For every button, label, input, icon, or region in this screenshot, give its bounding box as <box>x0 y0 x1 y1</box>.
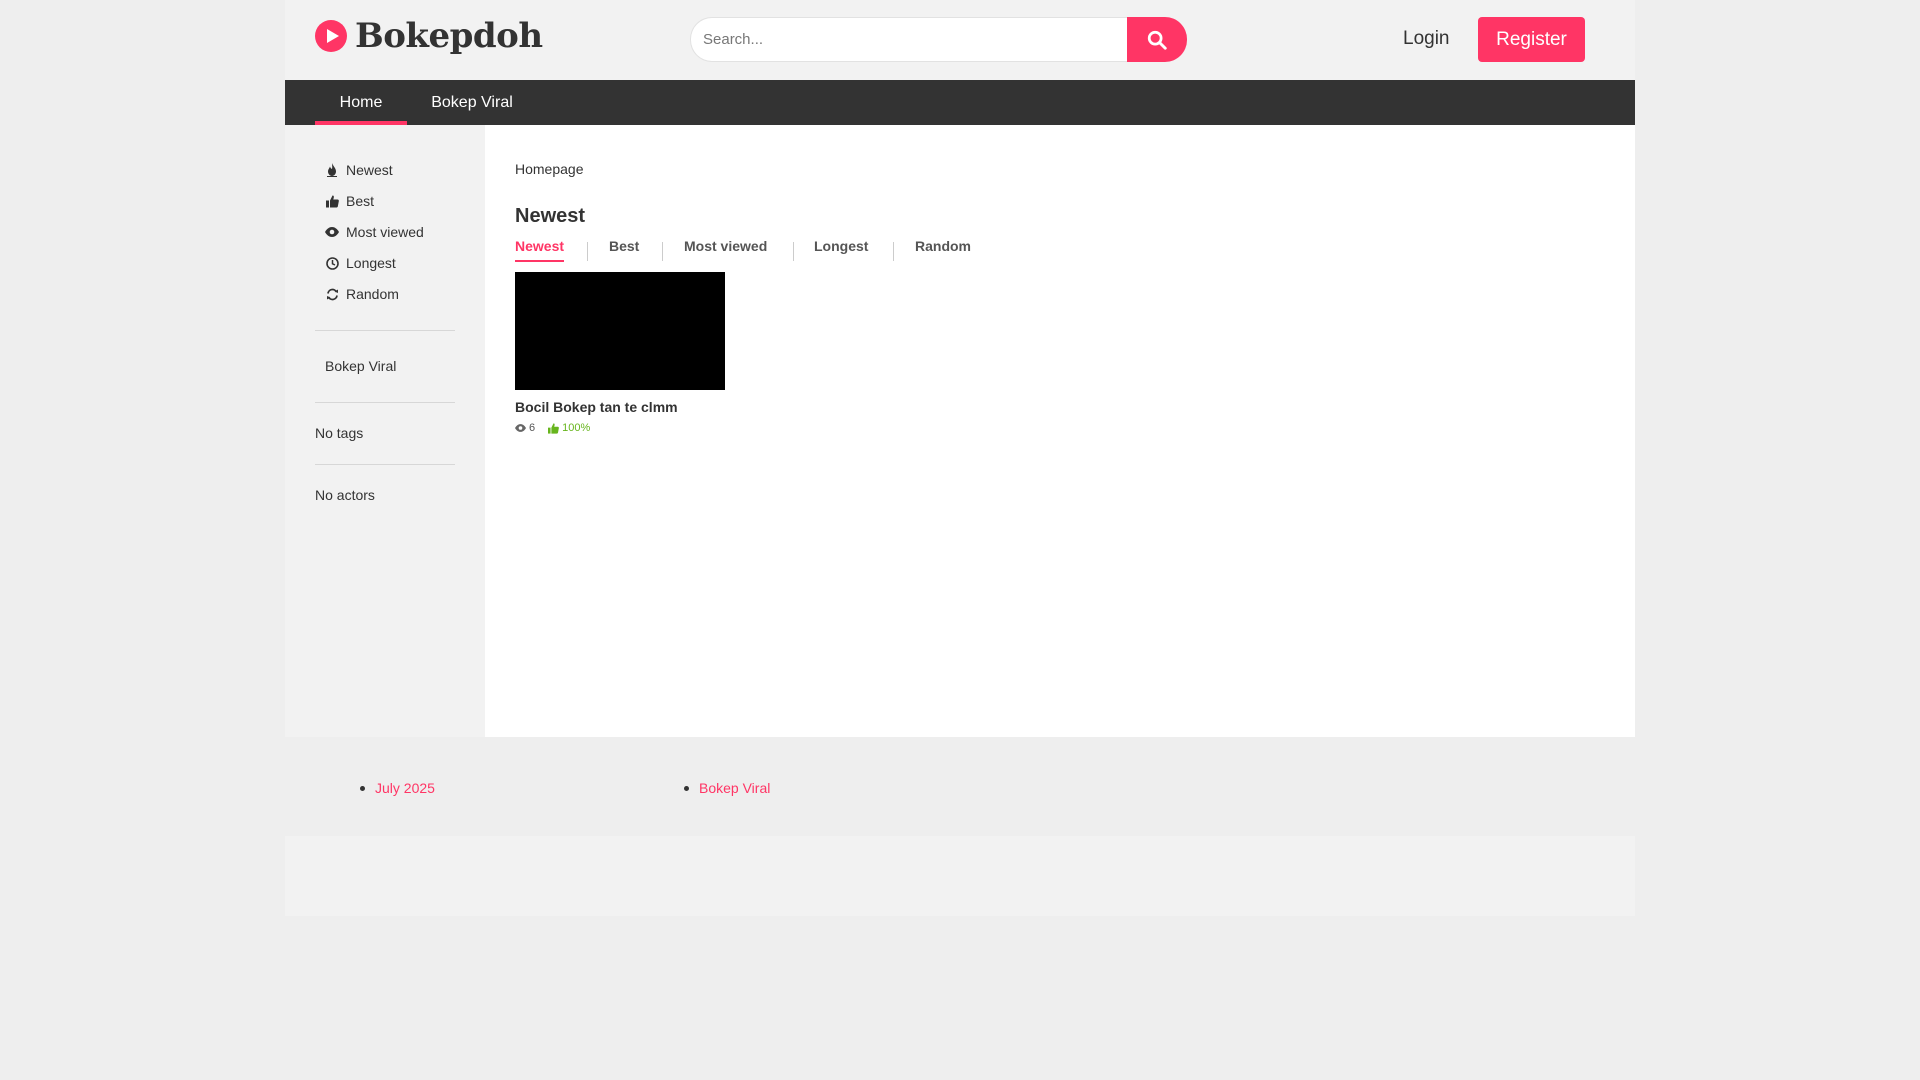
tab-random[interactable]: Random <box>915 238 971 254</box>
footer <box>285 836 1635 916</box>
sidebar-item-best[interactable]: Best <box>325 193 374 209</box>
video-rating: 100% <box>548 422 590 434</box>
fire-icon <box>325 163 339 177</box>
search-icon <box>1147 30 1167 50</box>
sidebar-item-random[interactable]: Random <box>325 286 399 302</box>
thumbs-up-icon <box>548 422 559 434</box>
search-form <box>690 17 1187 62</box>
tab-longest[interactable]: Longest <box>814 238 868 254</box>
logo-text: Bokepdoh <box>355 16 543 56</box>
tab-divider <box>662 242 663 261</box>
sidebar-item-label: Most viewed <box>346 224 424 240</box>
search-input[interactable] <box>690 17 1130 62</box>
tab-divider <box>893 242 894 261</box>
search-button[interactable] <box>1127 17 1187 62</box>
sidebar-item-label: Random <box>346 286 399 302</box>
eye-icon <box>325 225 339 239</box>
sidebar-item-longest[interactable]: Longest <box>325 255 396 271</box>
video-thumbnail[interactable] <box>515 272 725 390</box>
main-content: Homepage Newest Newest Best Most viewed … <box>485 125 1635 737</box>
actors-empty-text: No actors <box>315 487 375 503</box>
video-card[interactable]: Bocil Bokep tan te clmm 6 100% <box>515 272 725 434</box>
eye-icon <box>515 424 526 432</box>
sidebar-item-newest[interactable]: Newest <box>325 162 393 178</box>
site-header: Bokepdoh Login Register <box>285 0 1635 80</box>
login-link[interactable]: Login <box>1403 28 1450 50</box>
section-title: Newest <box>515 205 586 227</box>
video-meta: 6 100% <box>515 422 725 434</box>
site-logo[interactable]: Bokepdoh <box>315 16 543 56</box>
views-count: 6 <box>529 422 536 434</box>
video-views: 6 <box>515 422 535 434</box>
main-nav: Home Bokep Viral <box>285 80 1635 125</box>
sidebar-item-most-viewed[interactable]: Most viewed <box>325 224 424 240</box>
tags-empty-text: No tags <box>315 425 364 441</box>
play-logo-icon <box>315 20 347 52</box>
nav-item-home[interactable]: Home <box>315 80 407 125</box>
register-button[interactable]: Register <box>1478 17 1585 62</box>
tab-most-viewed[interactable]: Most viewed <box>684 238 767 254</box>
sidebar: Newest Best Most viewed Longest Random B… <box>285 125 485 737</box>
video-title[interactable]: Bocil Bokep tan te clmm <box>515 399 725 415</box>
clock-icon <box>325 256 339 270</box>
tab-divider <box>587 242 588 261</box>
refresh-icon <box>325 287 339 301</box>
sidebar-item-label: Best <box>346 193 375 209</box>
divider <box>315 402 455 403</box>
divider <box>315 464 455 465</box>
tab-divider <box>793 242 794 261</box>
tab-newest[interactable]: Newest <box>515 238 565 262</box>
breadcrumb[interactable]: Homepage <box>515 161 584 177</box>
thumbs-up-icon <box>325 194 339 208</box>
footer-link-category[interactable]: Bokep Viral <box>684 780 770 796</box>
rating-value: 100% <box>562 422 591 434</box>
nav-item-bokep-viral[interactable]: Bokep Viral <box>407 80 537 125</box>
sidebar-item-label: Newest <box>346 162 393 178</box>
divider <box>315 330 455 331</box>
footer-link-archive[interactable]: July 2025 <box>360 780 435 796</box>
sidebar-category-bokep-viral[interactable]: Bokep Viral <box>325 358 396 374</box>
sidebar-item-label: Longest <box>346 255 396 271</box>
tab-best[interactable]: Best <box>609 238 639 254</box>
footer-widgets: July 2025 Bokep Viral <box>285 780 1635 830</box>
